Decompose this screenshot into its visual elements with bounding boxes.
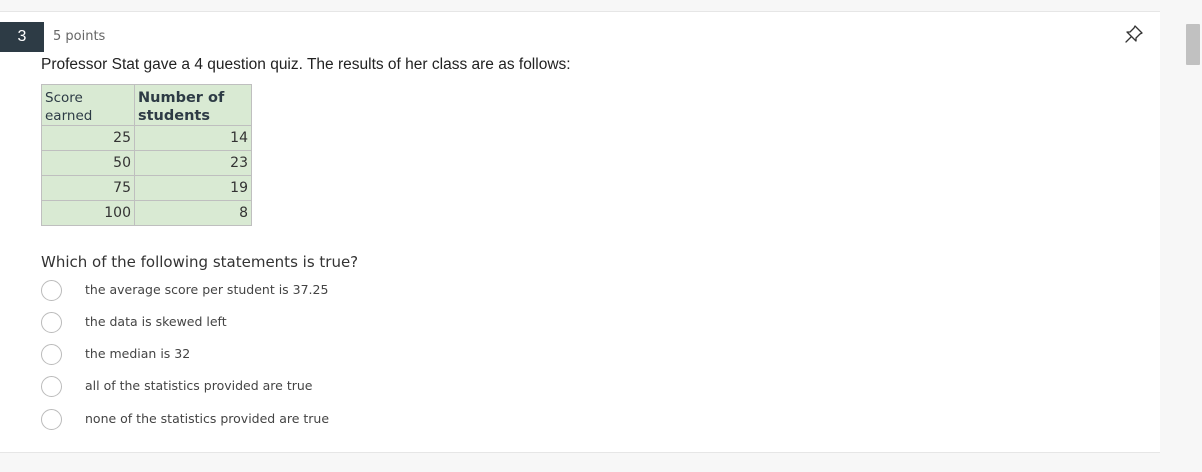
table-row: 100 8 xyxy=(41,200,252,226)
table-header-row: Score earned Number of students xyxy=(41,84,252,126)
answer-option-4[interactable]: all of the statistics provided are true xyxy=(41,376,541,398)
answer-label: the average score per student is 37.25 xyxy=(85,282,329,297)
question-number: 3 xyxy=(0,22,44,52)
table-row: 75 19 xyxy=(41,175,252,201)
answer-label: all of the statistics provided are true xyxy=(85,378,313,393)
table-row: 50 23 xyxy=(41,150,252,176)
answer-option-5[interactable]: none of the statistics provided are true xyxy=(41,409,541,431)
radio-button[interactable] xyxy=(41,376,62,397)
radio-button[interactable] xyxy=(41,280,62,301)
question-text: Which of the following statements is tru… xyxy=(41,253,359,271)
pin-icon[interactable] xyxy=(1124,24,1144,44)
radio-button[interactable] xyxy=(41,344,62,365)
answer-option-3[interactable]: the median is 32 xyxy=(41,344,541,366)
answer-label: none of the statistics provided are true xyxy=(85,411,330,426)
results-table: Score earned Number of students 25 14 50… xyxy=(41,84,252,226)
cell-score: 50 xyxy=(41,150,135,176)
answer-label: the median is 32 xyxy=(85,346,191,361)
header-number-of-students: Number of students xyxy=(134,84,252,126)
scrollbar-thumb[interactable] xyxy=(1186,24,1200,65)
radio-button[interactable] xyxy=(41,409,62,430)
answer-label: the data is skewed left xyxy=(85,314,227,329)
cell-students: 19 xyxy=(134,175,252,201)
answer-option-1[interactable]: the average score per student is 37.25 xyxy=(41,280,541,302)
question-points: 5 points xyxy=(53,29,106,44)
cell-students: 14 xyxy=(134,125,252,151)
question-prompt: Professor Stat gave a 4 question quiz. T… xyxy=(41,56,571,73)
radio-button[interactable] xyxy=(41,312,62,333)
cell-score: 25 xyxy=(41,125,135,151)
cell-students: 23 xyxy=(134,150,252,176)
header-score-earned: Score earned xyxy=(41,84,135,126)
cell-students: 8 xyxy=(134,200,252,226)
table-row: 25 14 xyxy=(41,125,252,151)
cell-score: 75 xyxy=(41,175,135,201)
answer-option-2[interactable]: the data is skewed left xyxy=(41,312,541,334)
cell-score: 100 xyxy=(41,200,135,226)
